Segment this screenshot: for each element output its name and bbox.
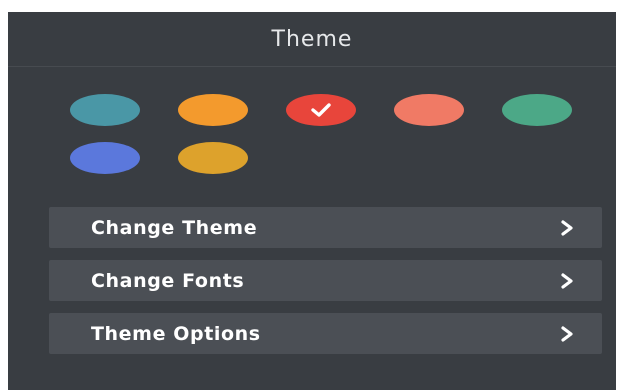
theme-panel: Theme Change Theme Change Fonts Theme Op…	[8, 12, 616, 390]
change-fonts-button[interactable]: Change Fonts	[49, 260, 602, 301]
chevron-right-icon	[561, 326, 573, 342]
menu-item-label: Change Fonts	[91, 269, 245, 292]
swatch-teal[interactable]	[70, 94, 140, 126]
chevron-right-icon	[561, 273, 573, 289]
swatch-gold[interactable]	[178, 142, 248, 174]
swatch-blue[interactable]	[70, 142, 140, 174]
swatch-orange[interactable]	[178, 94, 248, 126]
swatch-red-selected[interactable]	[286, 94, 356, 126]
panel-header: Theme	[8, 12, 616, 67]
menu-item-label: Change Theme	[91, 216, 258, 239]
change-theme-button[interactable]: Change Theme	[49, 207, 602, 248]
theme-options-button[interactable]: Theme Options	[49, 313, 602, 354]
swatch-green[interactable]	[502, 94, 572, 126]
check-icon	[311, 103, 331, 117]
chevron-right-icon	[561, 220, 573, 236]
menu-item-label: Theme Options	[91, 322, 261, 345]
panel-title: Theme	[271, 26, 353, 52]
swatch-salmon[interactable]	[394, 94, 464, 126]
